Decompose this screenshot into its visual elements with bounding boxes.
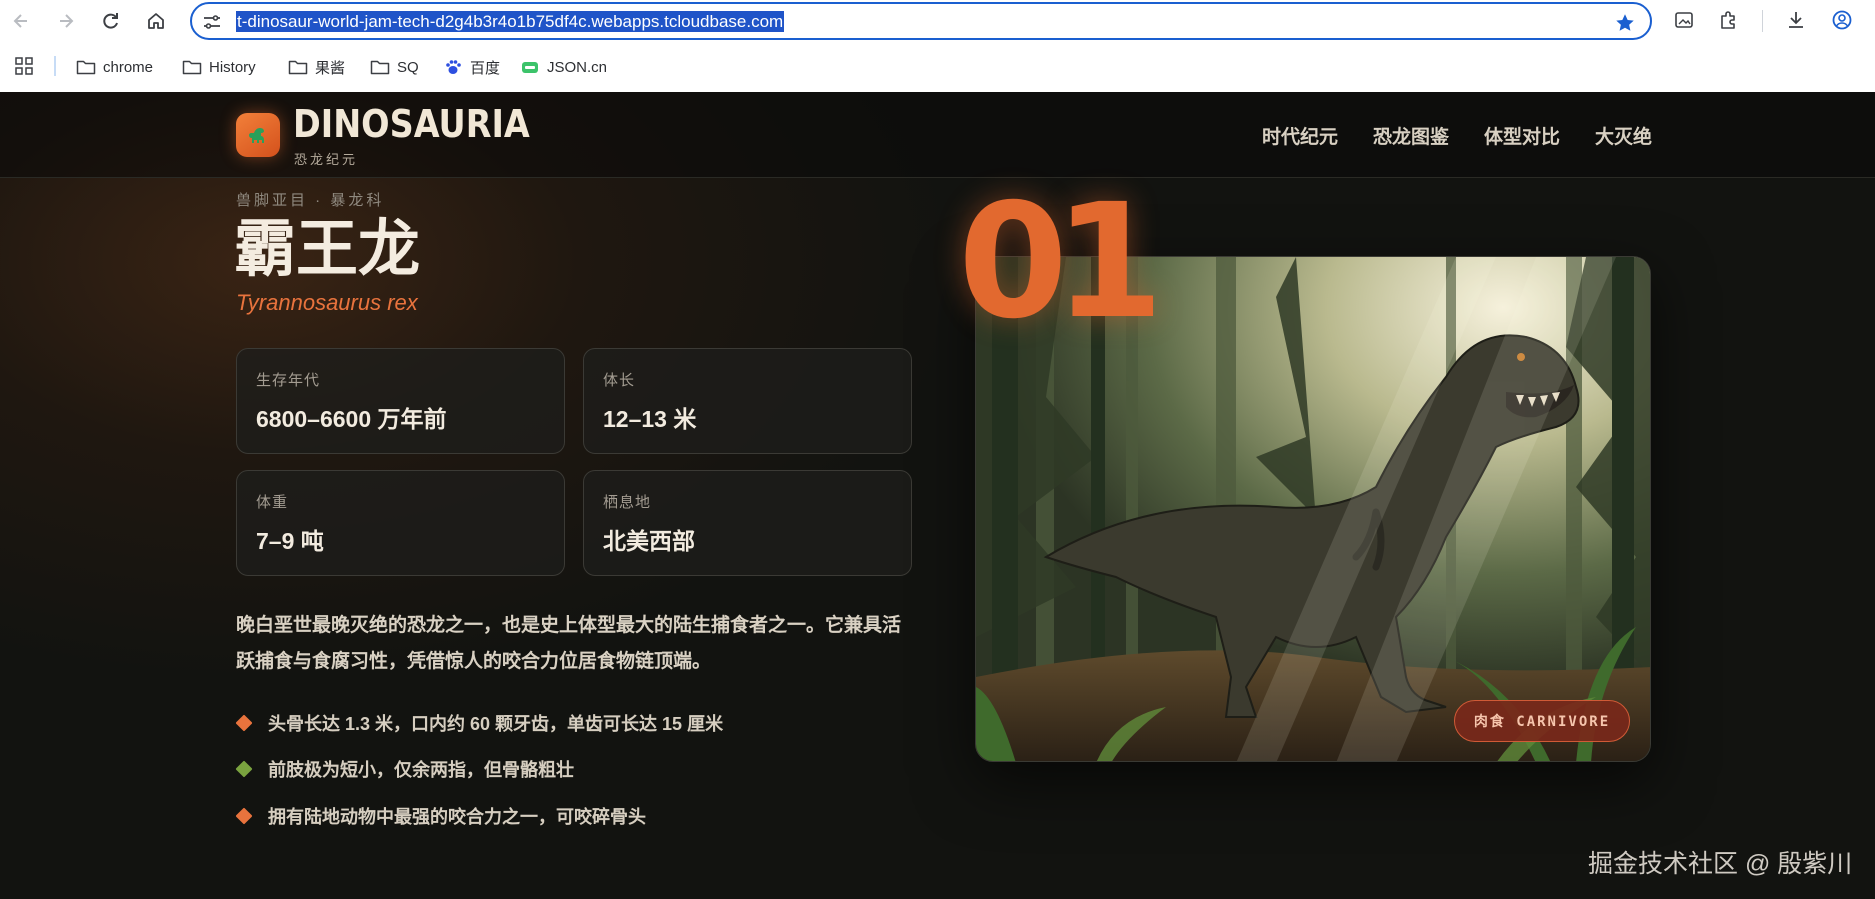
dinosaur-description: 晚白垩世最晚灭绝的恐龙之一，也是史上体型最大的陆生捕食者之一。它兼具活跃捕食与食… bbox=[236, 615, 902, 672]
toolbar-divider bbox=[1762, 10, 1763, 32]
diamond-bullet-icon bbox=[235, 807, 253, 825]
stat-value: 6800–6600 万年前 bbox=[256, 406, 447, 432]
bookmark-chrome[interactable]: chrome bbox=[76, 54, 153, 80]
bookmark-guojiang[interactable]: 果酱 bbox=[288, 54, 345, 80]
bookmark-sq[interactable]: SQ bbox=[370, 54, 419, 80]
stat-value: 北美西部 bbox=[603, 528, 695, 554]
taxonomy-label: 兽脚亚目 · 暴龙科 bbox=[236, 192, 385, 209]
stat-value: 7–9 吨 bbox=[256, 528, 324, 554]
arrow-right-icon bbox=[60, 14, 74, 28]
browser-toolbar: t-dinosaur-world-jam-tech-d2g4b3r4o1b75d… bbox=[0, 0, 1875, 42]
bookmark-label: SQ bbox=[397, 58, 419, 76]
bookmark-label: chrome bbox=[103, 58, 154, 76]
home-button[interactable] bbox=[141, 6, 171, 36]
arrow-left-icon bbox=[13, 14, 27, 28]
logo-badge[interactable] bbox=[236, 113, 280, 157]
home-icon bbox=[148, 13, 164, 29]
diamond-bullet-icon bbox=[235, 714, 253, 732]
extensions-button[interactable] bbox=[1717, 8, 1741, 32]
scientific-name: Tyrannosaurus rex bbox=[236, 290, 418, 315]
nav-catalog[interactable]: 恐龙图鉴 bbox=[1373, 122, 1449, 149]
reload-button[interactable] bbox=[96, 6, 126, 36]
diamond-bullet-icon bbox=[235, 760, 253, 778]
fact-item: 头骨长达 1.3 米，口内约 60 颗牙齿，单齿可长达 15 厘米 bbox=[235, 710, 724, 736]
logo-subtitle: 恐龙纪元 bbox=[294, 152, 359, 167]
back-button[interactable] bbox=[6, 6, 36, 36]
stat-label: 栖息地 bbox=[603, 494, 652, 511]
site-settings-icon[interactable] bbox=[202, 12, 222, 32]
fact-text: 前肢极为短小，仅余两指，但骨骼粗壮 bbox=[268, 760, 574, 780]
diet-badge: 肉食 CARNIVORE bbox=[1454, 700, 1630, 742]
bookmark-label: History bbox=[209, 58, 256, 76]
image-capture-icon bbox=[1675, 12, 1693, 28]
stat-card-weight: 体重 7–9 吨 bbox=[236, 470, 565, 576]
bookmark-label: 百度 bbox=[470, 59, 501, 77]
profile-icon bbox=[1832, 10, 1852, 30]
dinosaur-icon bbox=[249, 128, 264, 143]
fact-item: 拥有陆地动物中最强的咬合力之一，可咬碎骨头 bbox=[235, 803, 646, 829]
address-bar[interactable]: t-dinosaur-world-jam-tech-d2g4b3r4o1b75d… bbox=[190, 2, 1652, 40]
nav-size-compare[interactable]: 体型对比 bbox=[1484, 122, 1560, 149]
url-text[interactable]: t-dinosaur-world-jam-tech-d2g4b3r4o1b75d… bbox=[236, 11, 785, 32]
logo-title[interactable]: DINOSAURIA bbox=[293, 102, 530, 146]
apps-grid-icon[interactable] bbox=[14, 56, 34, 76]
bookmark-star-icon[interactable] bbox=[1614, 12, 1636, 34]
stat-label: 体重 bbox=[256, 494, 289, 511]
folder-icon bbox=[288, 60, 308, 75]
bookmark-history[interactable]: History bbox=[182, 54, 256, 80]
stat-card-era: 生存年代 6800–6600 万年前 bbox=[236, 348, 565, 454]
stat-card-habitat: 栖息地 北美西部 bbox=[583, 470, 912, 576]
screenshot-button[interactable] bbox=[1672, 8, 1696, 32]
stat-label: 生存年代 bbox=[256, 372, 321, 389]
baidu-paw-icon bbox=[446, 60, 461, 74]
stat-value: 12–13 米 bbox=[603, 406, 697, 432]
folder-icon bbox=[370, 60, 390, 75]
puzzle-icon bbox=[1721, 11, 1735, 29]
bookmarks-divider bbox=[54, 56, 56, 76]
fact-text: 拥有陆地动物中最强的咬合力之一，可咬碎骨头 bbox=[268, 807, 646, 827]
stat-label: 体长 bbox=[603, 372, 636, 389]
watermark: 掘金技术社区 @ 殷紫川 bbox=[1588, 850, 1853, 878]
reload-icon bbox=[103, 13, 118, 29]
site-header: DINOSAURIA 恐龙纪元 时代纪元 恐龙图鉴 体型对比 大灭绝 bbox=[0, 92, 1875, 178]
bookmarks-bar: chrome History 果酱 SQ 百度 JSON.cn bbox=[0, 42, 1875, 92]
download-icon bbox=[1789, 12, 1803, 28]
index-number: 01 bbox=[958, 170, 1164, 354]
fact-text: 头骨长达 1.3 米，口内约 60 颗牙齿，单齿可长达 15 厘米 bbox=[268, 714, 724, 734]
folder-icon bbox=[76, 60, 96, 75]
bookmark-jsoncn[interactable]: JSON.cn bbox=[520, 54, 607, 80]
page-content: DINOSAURIA 恐龙纪元 时代纪元 恐龙图鉴 体型对比 大灭绝 兽脚亚目 … bbox=[0, 92, 1875, 899]
dinosaur-name: 霸王龙 bbox=[234, 215, 421, 284]
fact-item: 前肢极为短小，仅余两指，但骨骼粗壮 bbox=[235, 756, 574, 782]
stat-card-length: 体长 12–13 米 bbox=[583, 348, 912, 454]
forward-button[interactable] bbox=[51, 6, 81, 36]
bookmark-label: JSON.cn bbox=[547, 58, 608, 76]
downloads-button[interactable] bbox=[1784, 8, 1808, 32]
profile-button[interactable] bbox=[1830, 8, 1854, 32]
nav-eras[interactable]: 时代纪元 bbox=[1262, 122, 1338, 149]
bookmark-label: 果酱 bbox=[315, 59, 346, 77]
nav-extinction[interactable]: 大灭绝 bbox=[1595, 122, 1652, 149]
json-icon bbox=[522, 62, 538, 73]
folder-icon bbox=[182, 60, 202, 75]
bookmark-baidu[interactable]: 百度 bbox=[443, 54, 500, 80]
